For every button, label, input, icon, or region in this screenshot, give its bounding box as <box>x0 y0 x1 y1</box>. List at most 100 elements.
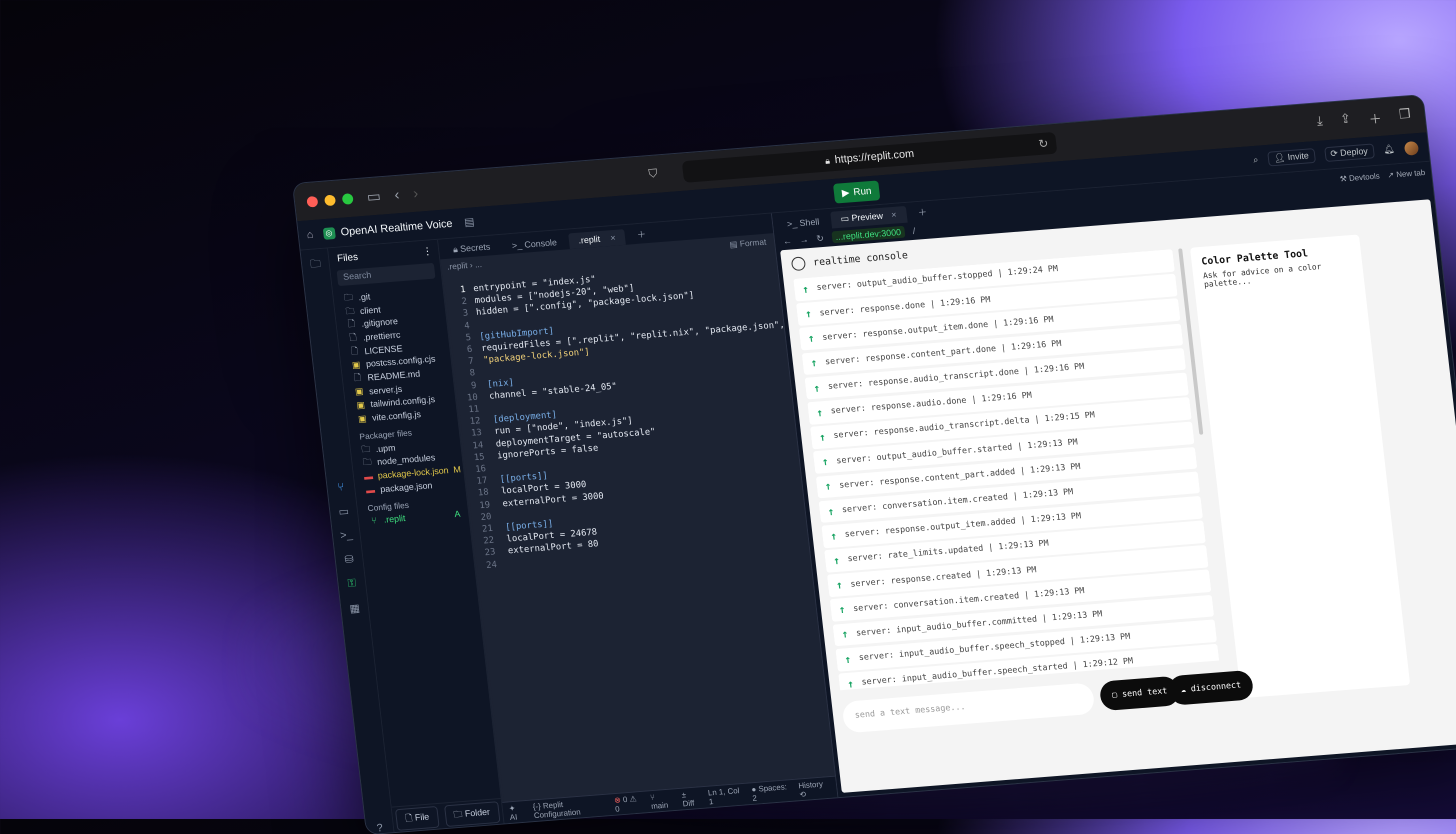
language-mode[interactable]: {-} Replit Configuration <box>532 796 606 820</box>
cursor-position[interactable]: Ln 1, Col 1 <box>707 786 743 806</box>
send-text-button[interactable]: ▢ send text <box>1098 675 1181 712</box>
history-button[interactable]: History ⟲ <box>798 779 829 799</box>
code-editor[interactable]: 1 entrypoint = "index.js" 2 modules = ["nod… <box>442 256 835 802</box>
close-window-button[interactable] <box>306 195 319 208</box>
file-name: .replit <box>383 513 406 526</box>
help-icon[interactable]: ? <box>376 822 383 834</box>
arrow-up-icon: ↑ <box>821 455 830 469</box>
git-icon[interactable]: ⑂ <box>337 481 345 493</box>
home-icon[interactable]: ⌂ <box>306 228 314 240</box>
close-preview-tab-icon[interactable]: × <box>891 210 897 220</box>
reload-icon[interactable]: ↻ <box>1038 136 1049 150</box>
file-name: .git <box>357 291 371 303</box>
shell-icon[interactable]: >_ <box>340 529 354 542</box>
indent-setting[interactable]: ● Spaces: 2 <box>751 782 790 802</box>
line-number: 2 <box>461 297 468 308</box>
line-number: 9 <box>470 380 478 391</box>
line-number: 14 <box>472 440 484 452</box>
line-number: 13 <box>470 428 483 440</box>
search-icon[interactable]: ⌕ <box>1253 155 1259 166</box>
new-folder-button[interactable]: 🗀 Folder <box>443 800 501 827</box>
file-name: LICENSE <box>363 343 403 356</box>
editor-pane: 🔒︎ Secrets >_ Console .replit × ＋ .repli… <box>438 213 839 824</box>
breadcrumb-text: .replit › ... <box>446 259 483 272</box>
arrow-up-icon: ↑ <box>810 356 819 370</box>
preview-pane: >_ Shell ▭ Preview × ＋ ⚒ Devtools ↗ New … <box>771 161 1456 798</box>
forward-icon[interactable]: › <box>412 185 419 202</box>
preview-icon[interactable]: ▭ <box>338 505 350 519</box>
branch-indicator[interactable]: ⑂ main <box>650 791 674 810</box>
arrow-up-icon: ↑ <box>818 430 827 444</box>
file-icon: ▣ <box>356 399 366 411</box>
invite-button[interactable]: 👤︎ Invite <box>1267 148 1316 167</box>
line-number: 10 <box>466 392 479 404</box>
line-number: 24 <box>485 559 498 571</box>
file-name: .prettierrc <box>362 329 401 343</box>
arrow-up-icon: ↑ <box>841 627 849 642</box>
cloud-off-icon: ☁ <box>1180 684 1187 696</box>
file-icon: 🗋 <box>353 372 362 383</box>
event-log[interactable]: ↑ server: output_audio_buffer.stopped | 1… <box>793 249 1220 691</box>
files-menu-icon[interactable]: ⋮ <box>422 246 433 258</box>
minimize-window-button[interactable] <box>323 194 336 206</box>
new-file-button[interactable]: 🗋 File <box>395 805 440 831</box>
line-number: 12 <box>469 416 482 428</box>
diff-button[interactable]: ± Diff <box>681 789 699 808</box>
share-icon[interactable]: ⇪ <box>1339 111 1352 130</box>
add-tab-icon[interactable]: ＋ <box>626 224 657 245</box>
realtime-console-app: realtime console ↑ server: output_audio_b… <box>780 199 1456 793</box>
arrow-up-icon: ↑ <box>838 603 847 617</box>
line-number: 11 <box>467 404 480 416</box>
privacy-shield-icon[interactable]: ⛉ <box>648 166 659 181</box>
browser-window: ▭ ‹ › ⛉ 🔒︎ https://replit.com ↻ ⤓ ⇪ ＋ ❐ … <box>293 95 1456 834</box>
add-pane-tab-icon[interactable]: ＋ <box>907 202 938 223</box>
line-number: 7 <box>467 356 475 367</box>
disconnect-button[interactable]: ☁ disconnect <box>1167 669 1255 706</box>
project-title[interactable]: ◎ OpenAI Realtime Voice ▤ <box>322 215 475 240</box>
message-input[interactable]: send a text message... <box>841 682 1096 734</box>
line-number: 22 <box>482 535 495 547</box>
arrow-up-icon: ↑ <box>807 331 816 346</box>
preview-reload-icon[interactable]: ↻ <box>816 233 825 244</box>
file-name: .upm <box>375 442 396 454</box>
arrow-up-icon: ↑ <box>829 529 838 543</box>
notifications-icon[interactable]: 🔔︎ <box>1383 144 1395 156</box>
run-button[interactable]: ▶ Run <box>832 180 881 204</box>
avatar[interactable] <box>1403 140 1420 156</box>
close-tab-icon[interactable]: × <box>610 233 616 243</box>
tabs-overview-icon[interactable]: ❐ <box>1398 106 1412 126</box>
file-icon: ▬ <box>365 484 376 496</box>
arrow-up-icon: ↑ <box>843 652 852 666</box>
secrets-icon[interactable]: ⚿ <box>347 577 357 590</box>
run-label: Run <box>852 185 873 198</box>
maximize-window-button[interactable] <box>341 192 354 205</box>
deploy-button[interactable]: ⟳ Deploy <box>1323 143 1375 163</box>
arrow-up-icon: ↑ <box>801 282 810 296</box>
file-icon: ▣ <box>354 386 364 397</box>
preview-forward-icon[interactable]: → <box>799 234 809 244</box>
added-badge: A <box>453 509 461 520</box>
format-button[interactable]: ▤ Format <box>729 236 767 250</box>
arrow-up-icon: ↑ <box>824 479 833 494</box>
line-number: 6 <box>466 344 473 356</box>
arrow-up-icon: ↑ <box>815 405 824 420</box>
color-palette-tool-panel: Color Palette Tool Ask for advice on a c… <box>1189 234 1411 699</box>
back-icon[interactable]: ‹ <box>394 186 401 203</box>
new-tab-icon[interactable]: ＋ <box>1368 108 1383 128</box>
all-tools-icon[interactable]: ▦ <box>349 602 361 616</box>
download-icon[interactable]: ⤓ <box>1316 113 1324 132</box>
preview-path[interactable]: / <box>912 226 916 236</box>
file-list: 🗀 .git 🗀 client 🗋 .gitignore 🗋 .prettierrc 🗋 LICE… <box>333 284 457 427</box>
preview-back-icon[interactable]: ← <box>782 236 792 246</box>
database-icon[interactable]: ▤ <box>463 215 476 229</box>
line-number: 16 <box>474 464 487 475</box>
code-line: [nix] <box>486 377 515 390</box>
problems-indicator[interactable]: ⊗ 0 ⚠ 0 <box>614 793 642 813</box>
database-rail-icon[interactable]: ⛁ <box>344 553 354 566</box>
line-number: 17 <box>476 476 488 487</box>
line-number: 19 <box>478 500 491 511</box>
sidebar-toggle-icon[interactable]: ▭ <box>366 187 382 206</box>
line-number: 1 <box>459 285 467 296</box>
address-url: https://replit.com <box>834 148 915 167</box>
files-icon[interactable]: 🗀 <box>309 255 322 274</box>
